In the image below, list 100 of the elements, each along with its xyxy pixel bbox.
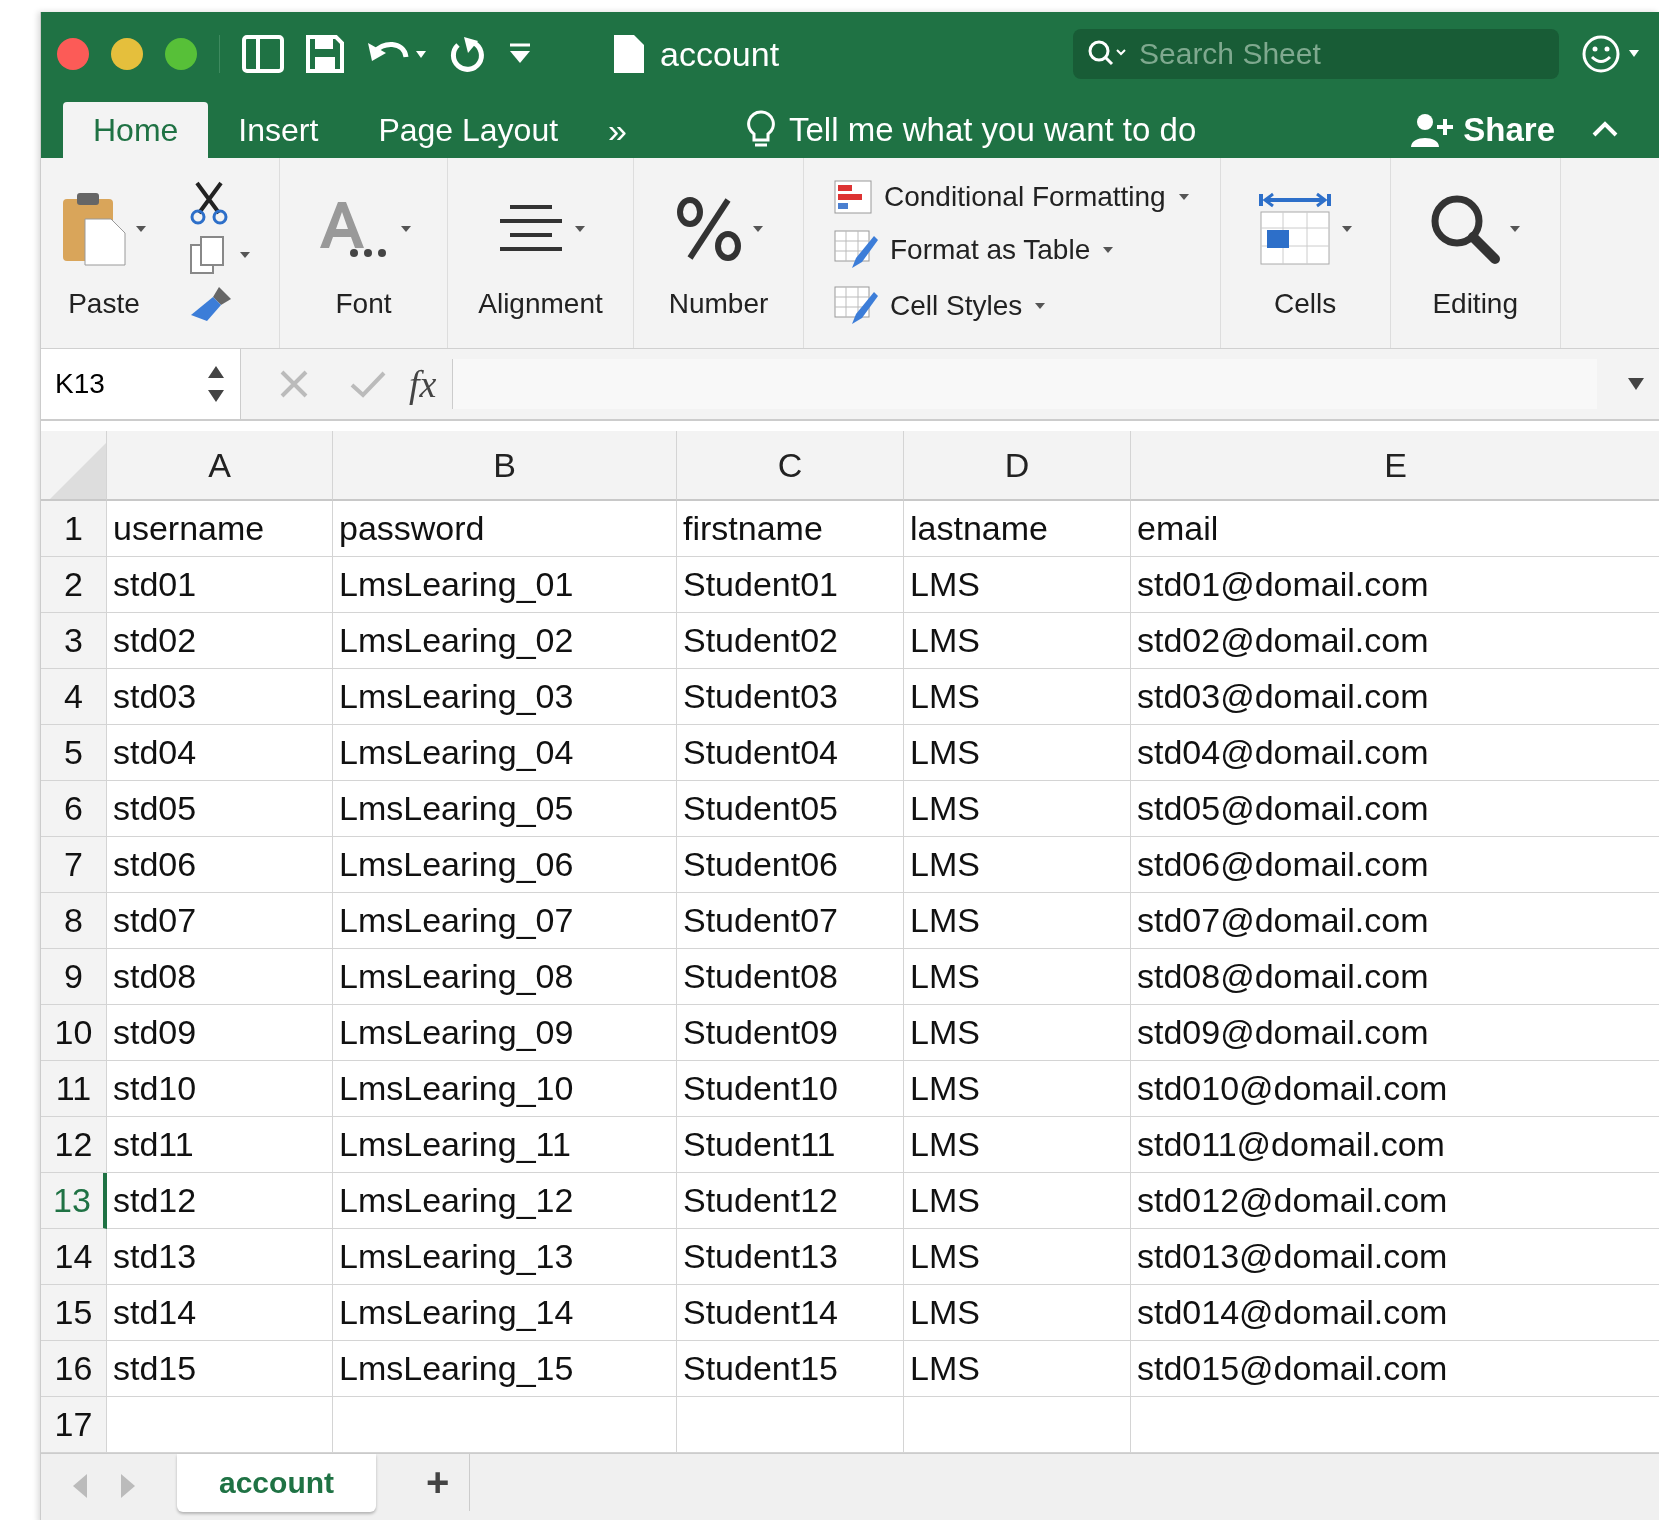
table-cell: std07@domail.com bbox=[1131, 893, 1659, 949]
table-cell: std05@domail.com bbox=[1131, 781, 1659, 837]
row-header[interactable]: 10 bbox=[41, 1005, 107, 1061]
table-cell: LMS bbox=[904, 949, 1131, 1005]
share-button[interactable]: Share bbox=[1405, 102, 1561, 158]
zoom-button[interactable] bbox=[165, 38, 197, 70]
save-icon[interactable] bbox=[306, 35, 344, 73]
table-cell: std06 bbox=[107, 837, 333, 893]
insert-function-button[interactable]: fx bbox=[409, 362, 437, 406]
table-cell: LMS bbox=[904, 1285, 1131, 1341]
column-header[interactable]: A bbox=[107, 431, 333, 501]
table-cell: LmsLearing_07 bbox=[333, 893, 677, 949]
table-cell: Student03 bbox=[677, 669, 904, 725]
row-header[interactable]: 15 bbox=[41, 1285, 107, 1341]
dropdown-caret-icon[interactable] bbox=[573, 225, 586, 233]
table-cell: username bbox=[107, 501, 333, 557]
minimize-button[interactable] bbox=[111, 38, 143, 70]
row-header[interactable]: 11 bbox=[41, 1061, 107, 1117]
dropdown-caret-icon[interactable] bbox=[751, 225, 764, 233]
row-header[interactable]: 3 bbox=[41, 613, 107, 669]
dropdown-caret-icon[interactable] bbox=[1509, 225, 1522, 233]
table-cell: Student04 bbox=[677, 725, 904, 781]
table-cell: std014@domail.com bbox=[1131, 1285, 1659, 1341]
table-cell: LmsLearing_11 bbox=[333, 1117, 677, 1173]
dropdown-caret-icon[interactable] bbox=[1034, 302, 1047, 310]
dropdown-caret-icon[interactable] bbox=[239, 251, 251, 259]
row-header[interactable]: 4 bbox=[41, 669, 107, 725]
column-header[interactable]: E bbox=[1131, 431, 1659, 501]
row-header[interactable]: 9 bbox=[41, 949, 107, 1005]
ribbon-group-label[interactable]: Alignment bbox=[478, 288, 603, 320]
add-sheet-button[interactable]: + bbox=[406, 1454, 471, 1511]
ribbon-tab[interactable]: Home bbox=[63, 102, 209, 158]
checkmark-icon[interactable] bbox=[349, 369, 387, 399]
formula-input[interactable] bbox=[452, 359, 1597, 409]
table-cell: firstname bbox=[677, 501, 904, 557]
ribbon-group-label[interactable]: Cells bbox=[1274, 288, 1337, 320]
table-cell: std09 bbox=[107, 1005, 333, 1061]
table-cell: Student01 bbox=[677, 557, 904, 613]
table-cell: Student05 bbox=[677, 781, 904, 837]
table-cell: LmsLearing_08 bbox=[333, 949, 677, 1005]
table-cell: std13 bbox=[107, 1229, 333, 1285]
ribbon-command[interactable]: Cell Styles bbox=[890, 290, 1023, 322]
table-cell: LMS bbox=[904, 1173, 1131, 1229]
cells-icon bbox=[1257, 190, 1334, 268]
ribbon-group-label[interactable]: Font bbox=[335, 288, 392, 320]
table-cell: std02 bbox=[107, 613, 333, 669]
table-cell: LMS bbox=[904, 893, 1131, 949]
column-header[interactable]: D bbox=[904, 431, 1131, 501]
paste-label[interactable]: Paste bbox=[68, 288, 140, 320]
table-cell: Student08 bbox=[677, 949, 904, 1005]
table-cell: LmsLearing_13 bbox=[333, 1229, 677, 1285]
row-header[interactable]: 7 bbox=[41, 837, 107, 893]
table-cell: Student10 bbox=[677, 1061, 904, 1117]
copy-icon[interactable] bbox=[189, 235, 227, 275]
ribbon-group-label[interactable]: Editing bbox=[1432, 288, 1518, 320]
row-header[interactable]: 8 bbox=[41, 893, 107, 949]
table-cell: std04@domail.com bbox=[1131, 725, 1659, 781]
more-tabs-button[interactable]: » bbox=[588, 102, 647, 158]
tell-me-field[interactable]: Tell me what you want to do bbox=[747, 102, 1197, 158]
table-cell: password bbox=[333, 501, 677, 557]
row-header[interactable]: 1 bbox=[41, 501, 107, 557]
column-header[interactable]: B bbox=[333, 431, 677, 501]
redo-icon[interactable] bbox=[450, 35, 486, 73]
scissors-icon[interactable] bbox=[189, 181, 229, 225]
lightbulb-icon bbox=[747, 110, 775, 150]
dropdown-caret-icon[interactable] bbox=[135, 225, 147, 233]
collapse-ribbon-icon[interactable] bbox=[1591, 120, 1619, 138]
row-header[interactable]: 2 bbox=[41, 557, 107, 613]
ribbon-command[interactable]: Conditional Formatting bbox=[884, 181, 1166, 213]
column-header[interactable]: C bbox=[677, 431, 904, 501]
row-header[interactable]: 14 bbox=[41, 1229, 107, 1285]
row-header[interactable]: 6 bbox=[41, 781, 107, 837]
table-cell: Student12 bbox=[677, 1173, 904, 1229]
table-cell: Student14 bbox=[677, 1285, 904, 1341]
row-header[interactable]: 12 bbox=[41, 1117, 107, 1173]
search-field[interactable]: Search Sheet bbox=[1073, 29, 1559, 79]
sheet-tab[interactable]: account bbox=[177, 1454, 377, 1512]
ribbon-tab[interactable]: Insert bbox=[208, 102, 349, 158]
dropdown-caret-icon[interactable] bbox=[1102, 246, 1115, 254]
table-cell: email bbox=[1131, 501, 1659, 557]
dropdown-caret-icon[interactable] bbox=[1177, 193, 1190, 201]
table-cell: LMS bbox=[904, 1005, 1131, 1061]
ribbon-tab[interactable]: Page Layout bbox=[348, 102, 589, 158]
row-header[interactable]: 13 bbox=[41, 1173, 107, 1229]
customize-toolbar-icon[interactable] bbox=[508, 43, 532, 65]
cell-styles-brush-icon bbox=[834, 286, 878, 326]
name-box[interactable]: K13 bbox=[41, 349, 241, 419]
dropdown-caret-icon[interactable] bbox=[1341, 225, 1354, 233]
ribbon-group-label[interactable]: Number bbox=[668, 288, 769, 320]
table-cell: LMS bbox=[904, 837, 1131, 893]
dropdown-caret-icon[interactable] bbox=[1627, 377, 1645, 391]
ribbon-command[interactable]: Format as Table bbox=[890, 234, 1091, 266]
row-header[interactable]: 5 bbox=[41, 725, 107, 781]
sidebar-toggle-icon[interactable] bbox=[242, 35, 284, 73]
row-header[interactable]: 17 bbox=[41, 1397, 107, 1453]
table-cell: lastname bbox=[904, 501, 1131, 557]
table-cell: std14 bbox=[107, 1285, 333, 1341]
dropdown-caret-icon[interactable] bbox=[399, 225, 412, 233]
table-cell: std012@domail.com bbox=[1131, 1173, 1659, 1229]
row-header[interactable]: 16 bbox=[41, 1341, 107, 1397]
